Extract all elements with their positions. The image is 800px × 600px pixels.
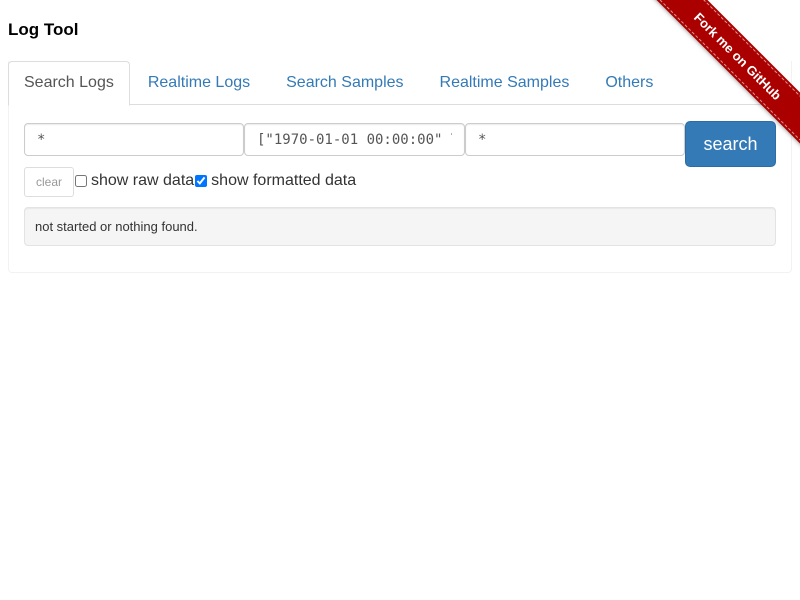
show-formatted-label: show formatted data [211, 172, 357, 189]
query-input-1[interactable] [24, 123, 244, 156]
show-raw-label: show raw data [91, 172, 195, 189]
clear-button[interactable]: clear [24, 167, 74, 197]
time-range-input[interactable] [244, 123, 465, 156]
fork-ribbon-container: Fork me on GitHub [650, 0, 800, 150]
show-formatted-checkbox[interactable] [195, 175, 208, 187]
page-title: Log Tool [8, 20, 79, 39]
tab-realtime-samples[interactable]: Realtime Samples [422, 61, 588, 105]
tab-search-samples[interactable]: Search Samples [268, 61, 421, 105]
show-raw-option[interactable]: show raw data [74, 172, 194, 190]
show-raw-checkbox[interactable] [75, 175, 87, 187]
fork-on-github-ribbon[interactable]: Fork me on GitHub [650, 0, 800, 150]
status-message: not started or nothing found. [24, 207, 776, 246]
tab-search-logs[interactable]: Search Logs [8, 61, 130, 106]
display-options: show raw data show formatted data [74, 170, 356, 192]
tab-realtime-logs[interactable]: Realtime Logs [130, 61, 268, 105]
show-formatted-option[interactable]: show formatted data [194, 172, 356, 190]
